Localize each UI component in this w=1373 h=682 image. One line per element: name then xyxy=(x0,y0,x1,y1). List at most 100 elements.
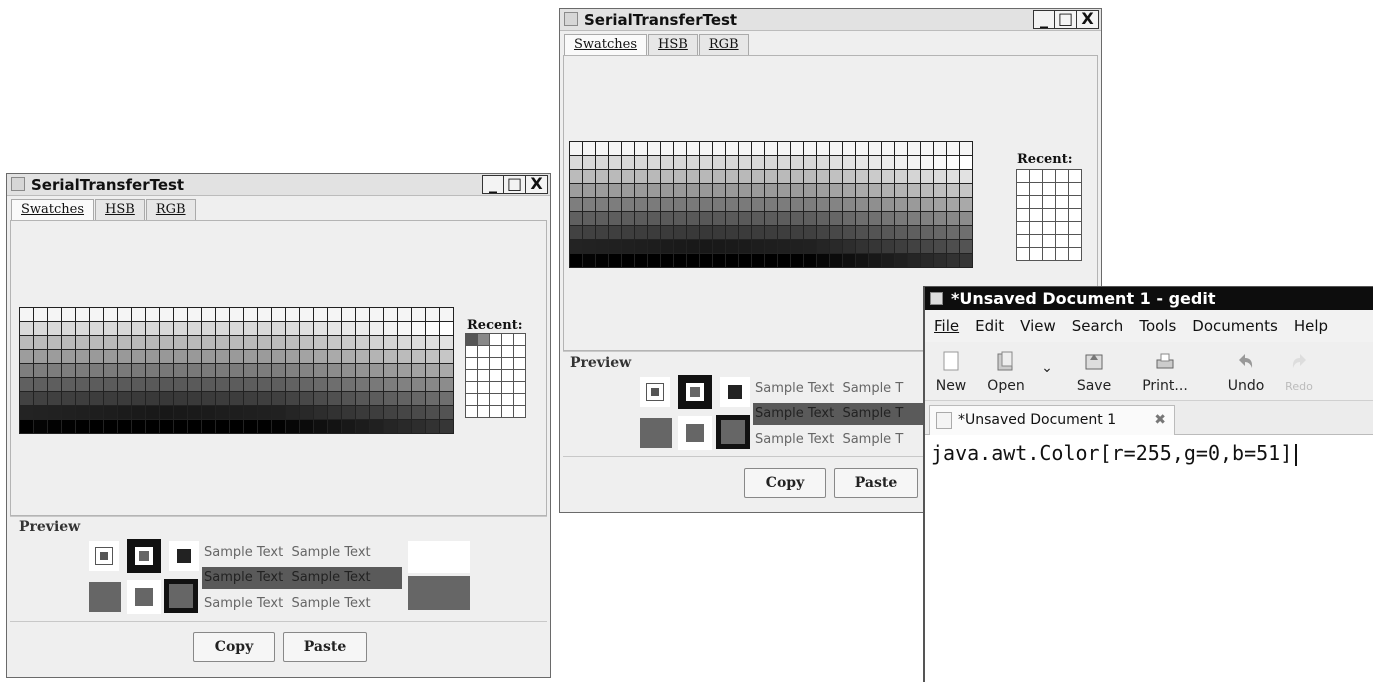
swatch-cell[interactable] xyxy=(570,156,582,169)
swatch-cell[interactable] xyxy=(104,336,117,349)
swatch-cell[interactable] xyxy=(635,240,647,253)
recent-swatch[interactable] xyxy=(502,406,513,417)
swatch-cell[interactable] xyxy=(258,322,271,335)
text-editor[interactable]: java.awt.Color[r=255,g=0,b=51] xyxy=(925,435,1373,472)
recent-swatch[interactable] xyxy=(1056,222,1068,234)
swatch-cell[interactable] xyxy=(202,392,215,405)
swatch-cell[interactable] xyxy=(412,350,425,363)
swatch-cell[interactable] xyxy=(778,240,790,253)
swatch-cell[interactable] xyxy=(726,142,738,155)
swatch-cell[interactable] xyxy=(342,364,355,377)
swatch-cell[interactable] xyxy=(216,336,229,349)
recent-swatch[interactable] xyxy=(502,382,513,393)
swatch-cell[interactable] xyxy=(426,336,439,349)
swatch-cell[interactable] xyxy=(661,240,673,253)
swatch-cell[interactable] xyxy=(648,240,660,253)
swatch-cell[interactable] xyxy=(188,364,201,377)
recent-swatch[interactable] xyxy=(1030,235,1042,247)
swatch-cell[interactable] xyxy=(244,392,257,405)
recent-swatch[interactable] xyxy=(478,370,489,381)
swatch-cell[interactable] xyxy=(440,364,453,377)
tab-hsb[interactable]: HSB xyxy=(95,199,145,220)
swatch-cell[interactable] xyxy=(188,406,201,419)
swatch-cell[interactable] xyxy=(921,254,933,267)
swatch-cell[interactable] xyxy=(596,170,608,183)
swatch-cell[interactable] xyxy=(188,420,201,433)
swatch-cell[interactable] xyxy=(356,364,369,377)
swatch-cell[interactable] xyxy=(370,308,383,321)
swatch-cell[interactable] xyxy=(609,170,621,183)
swatch-cell[interactable] xyxy=(104,364,117,377)
swatch-cell[interactable] xyxy=(726,184,738,197)
swatch-cell[interactable] xyxy=(869,212,881,225)
swatch-cell[interactable] xyxy=(687,156,699,169)
swatch-cell[interactable] xyxy=(328,350,341,363)
swatch-cell[interactable] xyxy=(188,392,201,405)
swatch-cell[interactable] xyxy=(76,336,89,349)
swatch-cell[interactable] xyxy=(300,364,313,377)
swatch-cell[interactable] xyxy=(921,156,933,169)
swatch-cell[interactable] xyxy=(104,406,117,419)
recent-swatch[interactable] xyxy=(1043,222,1055,234)
swatch-cell[interactable] xyxy=(34,378,47,391)
swatch-cell[interactable] xyxy=(244,308,257,321)
swatch-cell[interactable] xyxy=(856,184,868,197)
swatch-cell[interactable] xyxy=(622,254,634,267)
swatch-cell[interactable] xyxy=(622,198,634,211)
swatch-cell[interactable] xyxy=(934,254,946,267)
swatch-cell[interactable] xyxy=(90,392,103,405)
swatch-cell[interactable] xyxy=(62,350,75,363)
swatch-cell[interactable] xyxy=(440,378,453,391)
close-tab-icon[interactable]: ✖ xyxy=(1154,406,1166,434)
swatch-cell[interactable] xyxy=(146,364,159,377)
swatch-cell[interactable] xyxy=(146,406,159,419)
swatch-cell[interactable] xyxy=(830,226,842,239)
swatch-cell[interactable] xyxy=(791,198,803,211)
swatch-cell[interactable] xyxy=(687,254,699,267)
swatch-cell[interactable] xyxy=(908,240,920,253)
swatch-cell[interactable] xyxy=(272,406,285,419)
swatch-cell[interactable] xyxy=(426,392,439,405)
swatch-cell[interactable] xyxy=(882,240,894,253)
swatch-grid[interactable] xyxy=(19,307,454,434)
swatch-cell[interactable] xyxy=(230,378,243,391)
swatch-cell[interactable] xyxy=(342,322,355,335)
recent-swatch[interactable] xyxy=(514,394,525,405)
swatch-cell[interactable] xyxy=(869,198,881,211)
swatch-cell[interactable] xyxy=(700,142,712,155)
swatch-cell[interactable] xyxy=(174,392,187,405)
swatch-cell[interactable] xyxy=(778,156,790,169)
swatch-cell[interactable] xyxy=(146,336,159,349)
swatch-cell[interactable] xyxy=(635,156,647,169)
swatch-cell[interactable] xyxy=(739,212,751,225)
swatch-cell[interactable] xyxy=(272,364,285,377)
print-button[interactable]: Print... xyxy=(1137,342,1193,394)
swatch-cell[interactable] xyxy=(960,142,972,155)
swatch-cell[interactable] xyxy=(244,420,257,433)
swatch-cell[interactable] xyxy=(48,336,61,349)
swatch-cell[interactable] xyxy=(778,198,790,211)
recent-swatch[interactable] xyxy=(514,334,525,345)
swatch-cell[interactable] xyxy=(188,322,201,335)
swatch-cell[interactable] xyxy=(882,226,894,239)
swatch-cell[interactable] xyxy=(328,392,341,405)
swatch-cell[interactable] xyxy=(174,378,187,391)
new-button[interactable]: New xyxy=(931,342,971,394)
swatch-cell[interactable] xyxy=(700,198,712,211)
recent-swatch[interactable] xyxy=(490,406,501,417)
swatch-cell[interactable] xyxy=(674,226,686,239)
swatch-cell[interactable] xyxy=(216,322,229,335)
swatch-cell[interactable] xyxy=(622,156,634,169)
swatch-cell[interactable] xyxy=(370,420,383,433)
swatch-cell[interactable] xyxy=(947,212,959,225)
swatch-cell[interactable] xyxy=(34,420,47,433)
swatch-cell[interactable] xyxy=(48,406,61,419)
swatch-cell[interactable] xyxy=(804,226,816,239)
swatch-cell[interactable] xyxy=(202,378,215,391)
swatch-cell[interactable] xyxy=(739,184,751,197)
swatch-cell[interactable] xyxy=(661,198,673,211)
swatch-cell[interactable] xyxy=(674,170,686,183)
swatch-cell[interactable] xyxy=(791,142,803,155)
swatch-cell[interactable] xyxy=(661,226,673,239)
recent-swatch[interactable] xyxy=(478,334,489,345)
